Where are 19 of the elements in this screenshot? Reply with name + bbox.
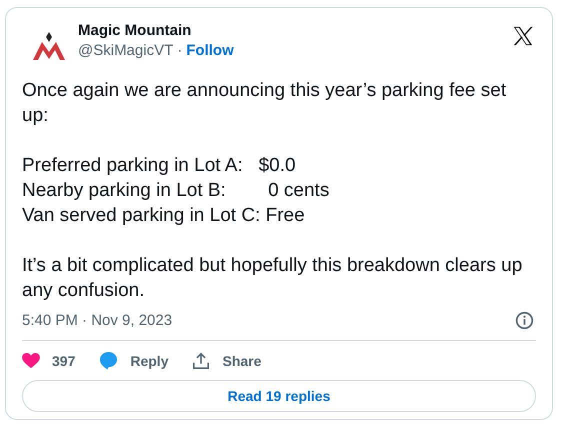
follow-link[interactable]: Follow bbox=[186, 42, 234, 59]
tweet-text: Nearby parking in Lot B: 0 cents bbox=[22, 179, 330, 203]
tweet-text: Once again we are announcing this year’s parking fee set up: bbox=[22, 79, 508, 128]
x-logo-icon[interactable] bbox=[512, 25, 534, 47]
tweet-text: Preferred parking in Lot A: $0.0 bbox=[22, 154, 297, 178]
timestamp[interactable]: 5:40 PM · Nov 9, 2023 bbox=[22, 312, 172, 329]
account-name[interactable]: Magic Mountain bbox=[78, 22, 512, 39]
action-label[interactable]: Reply bbox=[130, 352, 168, 368]
tweet-text: Van served parking in Lot C: Free bbox=[22, 204, 306, 228]
tweet-text: It’s a bit complicated but hopefully this breakdown clears up any confusion. bbox=[22, 254, 524, 303]
speech-bubble-icon[interactable] bbox=[99, 351, 118, 370]
action-label[interactable]: 397 bbox=[52, 352, 76, 368]
share-icon[interactable] bbox=[192, 352, 210, 370]
account-handle[interactable]: @SkiMagicVT bbox=[78, 42, 174, 59]
action-label[interactable]: Share bbox=[222, 352, 262, 368]
separator-dot: · bbox=[177, 42, 182, 59]
heart-icon[interactable] bbox=[22, 352, 40, 368]
info-icon[interactable] bbox=[515, 311, 534, 330]
read-replies-button[interactable]: Read 19 replies bbox=[22, 380, 536, 412]
